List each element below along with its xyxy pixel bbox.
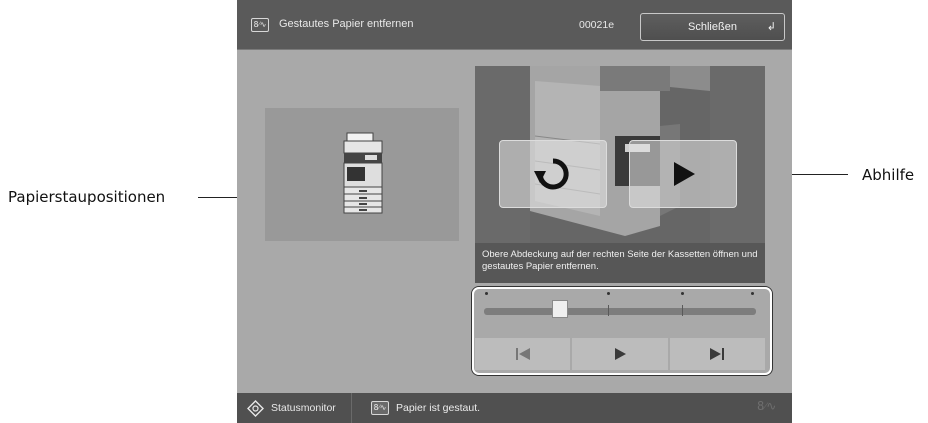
playback-controls-highlight <box>472 287 772 375</box>
callout-remedy: Abhilfe <box>862 166 915 184</box>
printer-icon <box>343 132 383 214</box>
jam-position-panel <box>265 108 459 241</box>
page-title: Gestautes Papier entfernen <box>279 18 414 30</box>
status-monitor-button[interactable]: Statusmonitor <box>237 393 352 423</box>
paper-jam-indicator-icon: 8⁄∿ <box>757 399 777 413</box>
status-message: Papier ist gestaut. <box>396 402 481 414</box>
remedy-caption: Obere Abdeckung auf der rechten Seite de… <box>475 243 765 283</box>
title-bar: 8⁄∿ Gestautes Papier entfernen 00021e Sc… <box>237 0 792 50</box>
next-step-button[interactable] <box>629 140 737 208</box>
status-bar: Statusmonitor 8⁄∿ Papier ist gestaut. 8⁄… <box>237 393 792 423</box>
paper-jam-icon: 8⁄∿ <box>371 401 389 415</box>
remedy-video <box>475 66 765 243</box>
replay-button[interactable] <box>499 140 607 208</box>
paper-jam-icon: 8⁄∿ <box>251 18 269 32</box>
close-button-label: Schließen <box>688 21 737 33</box>
status-monitor-icon <box>247 400 264 417</box>
return-arrow-icon: ↲ <box>766 20 776 33</box>
error-code: 00021e <box>579 19 615 31</box>
close-button[interactable]: Schließen ↲ <box>640 13 785 41</box>
callout-jam-positions: Papierstaupositionen <box>8 188 166 206</box>
replay-icon <box>534 158 569 190</box>
status-monitor-label: Statusmonitor <box>271 402 336 414</box>
play-icon <box>674 162 695 186</box>
